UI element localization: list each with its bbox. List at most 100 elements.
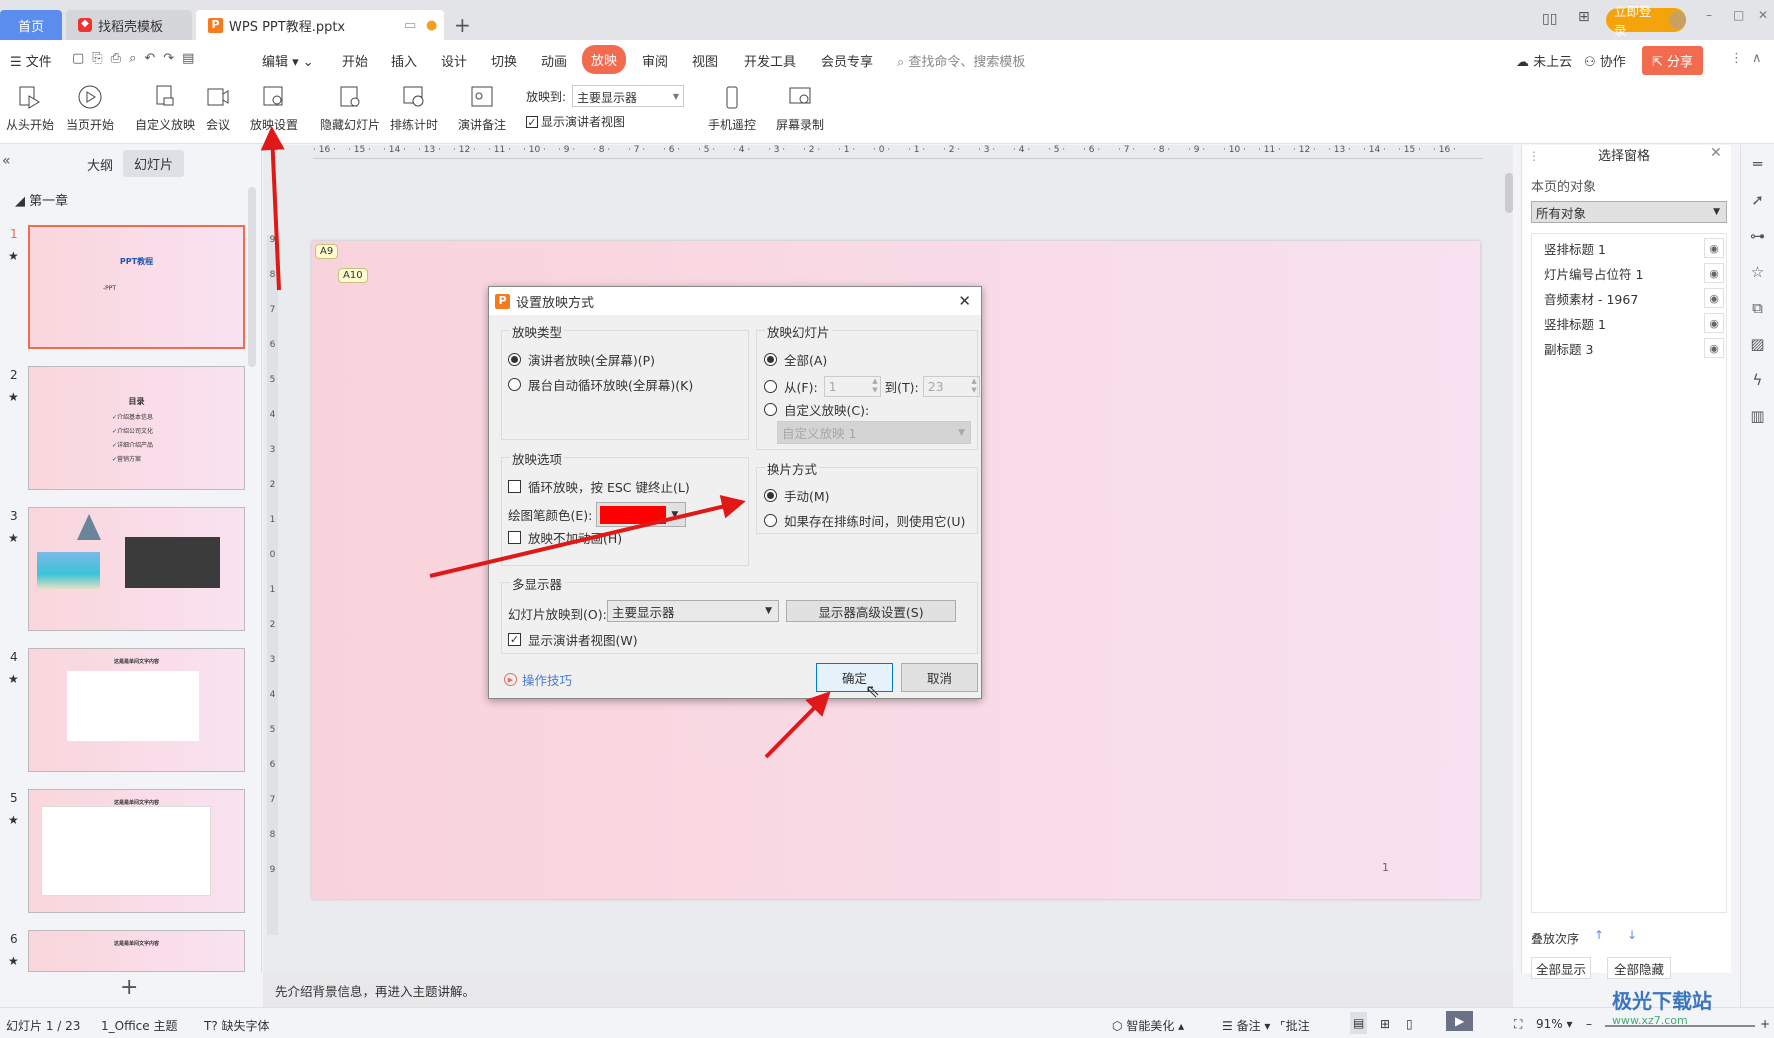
- slideshow-icon[interactable]: ⧉: [1752, 299, 1763, 317]
- tab-docer-templates[interactable]: ◆ 找稻壳模板: [66, 10, 192, 40]
- maximize-button[interactable]: □: [1733, 8, 1744, 22]
- command-search[interactable]: ⌕ 查找命令、搜索模板: [897, 51, 1025, 70]
- custom-show-button[interactable]: 自定义放映: [135, 84, 195, 133]
- rocket-icon[interactable]: ➚: [1751, 191, 1764, 209]
- send-backward-icon[interactable]: ↓: [1627, 928, 1637, 942]
- tab-document[interactable]: P WPS PPT教程.pptx ▭ ●: [196, 10, 444, 40]
- presenter-view-checkbox[interactable]: ✓ 显示演讲者视图: [526, 113, 625, 130]
- tab-outline[interactable]: 大纲: [87, 155, 113, 174]
- object-list-item[interactable]: 竖排标题 1 ◉: [1544, 313, 1724, 333]
- hide-slide-button[interactable]: 隐藏幻灯片: [320, 84, 380, 133]
- meeting-button[interactable]: 会议: [205, 84, 231, 133]
- edit-menu[interactable]: 编辑 ▾ ⌄: [262, 51, 314, 70]
- theme-name[interactable]: 1_Office 主题: [101, 1017, 177, 1034]
- menu-lines-icon[interactable]: ═: [1753, 155, 1762, 173]
- phone-remote-button[interactable]: 手机遥控: [708, 84, 756, 133]
- from-current-button[interactable]: 当页开始: [66, 84, 114, 133]
- eye-visibility-icon[interactable]: ◉: [1704, 263, 1724, 283]
- scrollbar-thumb[interactable]: [1505, 173, 1513, 213]
- thumbnail-scrollbar[interactable]: [248, 187, 256, 367]
- share-button[interactable]: ⇱ 分享: [1642, 46, 1704, 75]
- eye-visibility-icon[interactable]: ◉: [1704, 238, 1724, 258]
- menu-tab-member[interactable]: 会员专享: [821, 51, 873, 70]
- sliders-icon[interactable]: ⊶: [1750, 227, 1765, 245]
- eye-visibility-icon[interactable]: ◉: [1704, 313, 1724, 333]
- close-window-button[interactable]: ✕: [1758, 8, 1768, 22]
- speaker-notes-area[interactable]: 先介绍背景信息，再进入主题讲解。: [263, 973, 1513, 1007]
- tab-slides[interactable]: 幻灯片: [123, 150, 185, 177]
- cancel-button[interactable]: 取消: [901, 663, 978, 692]
- radio-manual[interactable]: 手动(M): [764, 486, 830, 505]
- presenter-view-checkbox[interactable]: ✓ 显示演讲者视图(W): [508, 630, 638, 649]
- reading-view-button[interactable]: ▯: [1406, 1017, 1413, 1031]
- animation-tag[interactable]: A10: [338, 268, 368, 283]
- radio-from-range[interactable]: 从(F): 1 ▲ ▼ 到(T): 23 ▲ ▼: [764, 376, 980, 397]
- show-to-select[interactable]: 主要显示器 ▼: [572, 85, 685, 107]
- slide-thumbnail[interactable]: 这是是单间文字内容: [28, 930, 245, 972]
- beautify-button[interactable]: ⬡ 智能美化 ▴: [1112, 1017, 1184, 1034]
- zoom-in-button[interactable]: +: [1760, 1017, 1770, 1031]
- dialog-titlebar[interactable]: P 设置放映方式 ✕: [489, 287, 981, 315]
- file-menu[interactable]: ☰ 文件: [10, 51, 52, 70]
- more-icon[interactable]: ⋮: [1730, 51, 1743, 66]
- spinner-arrows-icon[interactable]: ▲ ▼: [872, 377, 877, 395]
- play-slideshow-button[interactable]: ▶: [1446, 1011, 1474, 1031]
- object-list-item[interactable]: 灯片编号占位符 1 ◉: [1544, 263, 1724, 283]
- menu-tab-design[interactable]: 设计: [441, 51, 467, 70]
- monitor-icon[interactable]: ▭: [404, 18, 416, 33]
- show-all-button[interactable]: 全部显示: [1531, 957, 1591, 979]
- menu-tab-developer[interactable]: 开发工具: [744, 51, 796, 70]
- collab-button[interactable]: ⚇ 协作: [1584, 51, 1626, 70]
- slide-thumbnail[interactable]: [28, 507, 245, 631]
- cloud-status[interactable]: ☁ 未上云: [1516, 51, 1572, 70]
- sorter-view-button[interactable]: ⊞: [1380, 1017, 1390, 1031]
- collapse-ribbon-icon[interactable]: ∧: [1752, 51, 1762, 66]
- menu-tab-insert[interactable]: 插入: [391, 51, 417, 70]
- bring-forward-icon[interactable]: ↑: [1594, 928, 1604, 942]
- tab-home[interactable]: 首页: [0, 10, 62, 40]
- collapse-panel-icon[interactable]: «: [2, 153, 11, 169]
- ok-button[interactable]: 确定: [816, 663, 893, 692]
- lightning-icon[interactable]: ϟ: [1753, 371, 1763, 389]
- missing-font-button[interactable]: T? 缺失字体: [204, 1017, 270, 1034]
- vertical-ruler[interactable]: 9 8 7 6 5 4 3 2 1 0 1 2 3 4 5 6 7 8 9: [267, 235, 278, 935]
- vertical-scrollbar[interactable]: [1505, 153, 1513, 963]
- slide-thumbnail[interactable]: PPT教程 -PPT: [28, 225, 245, 349]
- from-start-button[interactable]: 从头开始: [6, 84, 54, 133]
- new-tab-button[interactable]: +: [454, 10, 471, 40]
- close-icon[interactable]: ✕: [958, 292, 971, 310]
- layout-icon[interactable]: ▯▯: [1542, 11, 1557, 27]
- horizontal-ruler[interactable]: · 16 · · 15 · · 14 · · 13 · · 12 · · 11 · · 10…: [313, 145, 1483, 159]
- hide-all-button[interactable]: 全部隐藏: [1607, 957, 1671, 979]
- loop-checkbox[interactable]: 循环放映，按 ESC 键终止(L): [508, 477, 690, 496]
- no-animation-checkbox[interactable]: 放映不加动画(H): [508, 528, 622, 547]
- add-slide-button[interactable]: +: [120, 975, 138, 1000]
- radio-custom-show[interactable]: 自定义放映(C):: [764, 400, 869, 419]
- custom-show-select[interactable]: 自定义放映 1 ▼: [777, 421, 971, 444]
- book-icon[interactable]: ▥: [1750, 407, 1764, 425]
- from-spinner[interactable]: 1 ▲ ▼: [823, 376, 881, 397]
- quick-access-icons[interactable]: ▢⎘⎙⌕↶↷▤: [72, 51, 202, 66]
- show-settings-button[interactable]: 放映设置: [250, 84, 298, 133]
- zoom-level[interactable]: 91% ▾: [1536, 1017, 1573, 1031]
- image-icon[interactable]: ▨: [1750, 335, 1764, 353]
- slide-thumbnail[interactable]: 目录 ✓介绍基本信息 ✓介绍公司文化 ✓详细介绍产品 ✓营销方案: [28, 366, 245, 490]
- zoom-out-button[interactable]: –: [1586, 1017, 1592, 1031]
- normal-view-button[interactable]: ▤: [1350, 1012, 1368, 1034]
- object-filter-select[interactable]: 所有对象 ▼: [1531, 201, 1727, 223]
- star-icon[interactable]: ☆: [1751, 263, 1764, 281]
- advanced-display-settings-button[interactable]: 显示器高级设置(S): [786, 600, 956, 622]
- screen-record-button[interactable]: 屏幕录制: [776, 84, 824, 133]
- to-spinner[interactable]: 23 ▲ ▼: [922, 376, 980, 397]
- monitor-select[interactable]: 主要显示器 ▼: [607, 600, 779, 622]
- menu-tab-slideshow[interactable]: 放映: [582, 45, 627, 74]
- tips-link[interactable]: ▶ 操作技巧: [504, 670, 572, 689]
- rehearse-timing-button[interactable]: 排练计时: [390, 84, 438, 133]
- notes-toggle[interactable]: ☰ 备注 ▾: [1222, 1017, 1270, 1034]
- menu-tab-review[interactable]: 审阅: [642, 51, 668, 70]
- drag-handle-icon[interactable]: ⋮: [1528, 149, 1540, 163]
- menu-tab-view[interactable]: 视图: [692, 51, 718, 70]
- section-header[interactable]: ◢ 第一章: [15, 190, 68, 209]
- menu-tab-animation[interactable]: 动画: [541, 51, 567, 70]
- menu-tab-start[interactable]: 开始: [342, 51, 368, 70]
